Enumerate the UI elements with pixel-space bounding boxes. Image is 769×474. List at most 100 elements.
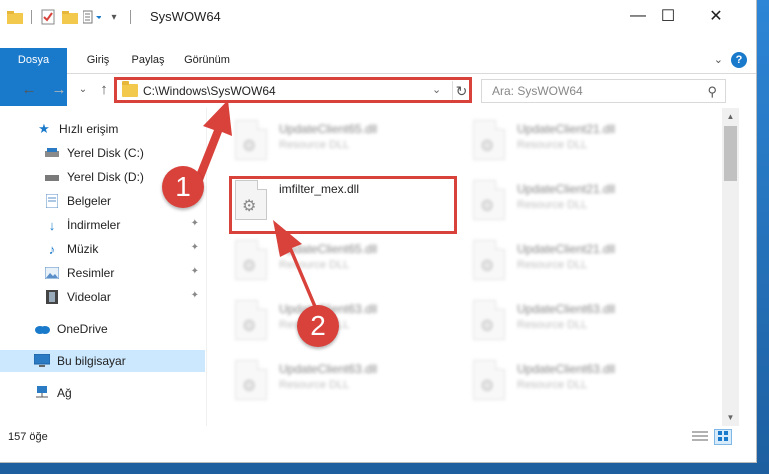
file-type: Resource DLL — [517, 139, 588, 151]
sidebar-item-music[interactable]: ♪ Müzik ✦ — [0, 238, 205, 260]
folder-icon[interactable] — [6, 8, 24, 26]
music-icon: ♪ — [48, 241, 56, 257]
sidebar-item-label: Yerel Disk (C:) — [67, 146, 144, 160]
cloud-icon — [34, 322, 50, 336]
details-view-icon[interactable] — [692, 430, 708, 444]
pin-icon[interactable]: ✦ — [191, 242, 199, 253]
customize-toolbar-icon[interactable] — [83, 8, 101, 26]
star-icon: ★ — [38, 121, 50, 136]
gear-icon: ⚙ — [242, 138, 257, 155]
pin-icon[interactable]: ✦ — [191, 218, 199, 229]
toolbar-divider — [31, 10, 32, 24]
file-item[interactable]: ⚙ UpdateClient63.dll Resource DLL — [445, 352, 670, 410]
sidebar-item-label: Ağ — [57, 386, 72, 400]
sidebar-item-label: Videolar — [67, 290, 111, 304]
download-icon: ↓ — [48, 217, 56, 233]
file-name: imfilter_mex.dll — [279, 182, 360, 196]
title-bar: ▾ SysWOW64 — ☐ ✕ — [0, 0, 756, 48]
tab-home[interactable]: Giriş — [78, 48, 118, 73]
file-item[interactable]: ⚙ UpdateClient65.dll Resource DLL — [207, 232, 432, 290]
tab-share[interactable]: Paylaş — [124, 48, 172, 73]
sidebar-item-label: Resimler — [67, 266, 115, 280]
dll-file-icon: ⚙ — [473, 120, 505, 160]
file-item[interactable]: ⚙ UpdateClient21.dll Resource DLL — [445, 172, 670, 230]
step-1-badge: 1 — [162, 166, 204, 208]
item-count: 157 öğe — [8, 431, 48, 443]
search-icon[interactable]: ⚲ — [707, 84, 717, 100]
sidebar-item-onedrive[interactable]: OneDrive — [0, 318, 205, 340]
sidebar-item-videos[interactable]: Videolar ✦ — [0, 286, 205, 308]
gear-icon: ⚙ — [480, 138, 495, 155]
pin-icon[interactable]: ✦ — [191, 290, 199, 301]
network-icon — [34, 386, 50, 400]
sidebar-item-label: OneDrive — [57, 322, 108, 336]
scrollbar-thumb[interactable] — [724, 126, 737, 181]
video-icon — [44, 290, 60, 304]
up-button[interactable]: ↑ — [95, 81, 113, 99]
large-icons-view-icon[interactable] — [714, 429, 732, 445]
dll-file-icon: ⚙ — [235, 180, 267, 220]
navigation-pane: ★ Hızlı erişim Yerel Disk (C:) Yerel Dis… — [0, 108, 207, 426]
dll-file-icon: ⚙ — [235, 240, 267, 280]
recent-locations-button[interactable]: ⌄ — [74, 81, 92, 99]
file-type: Resource DLL — [279, 379, 350, 391]
file-item[interactable]: ⚙ UpdateClient21.dll Resource DLL — [445, 232, 670, 290]
address-path[interactable]: C:\Windows\SysWOW64 — [143, 84, 276, 98]
file-item-imfilter-mex[interactable]: ⚙ imfilter_mex.dll — [207, 172, 432, 230]
file-name: UpdateClient21.dll — [517, 122, 616, 136]
qat-dropdown-icon[interactable]: ▾ — [105, 8, 123, 26]
file-type: Resource DLL — [517, 319, 588, 331]
dll-file-icon: ⚙ — [473, 240, 505, 280]
sidebar-item-label: İndirmeler — [67, 218, 121, 232]
sidebar-item-quick-access[interactable]: ★ Hızlı erişim — [0, 118, 205, 140]
gear-icon: ⚙ — [242, 318, 257, 335]
gear-icon: ⚙ — [242, 198, 257, 215]
help-icon[interactable]: ? — [731, 52, 747, 68]
tab-view[interactable]: Görünüm — [178, 48, 236, 73]
maximize-button[interactable]: ☐ — [645, 0, 691, 32]
drive-icon — [44, 146, 60, 160]
refresh-button[interactable]: ↻ — [452, 81, 470, 101]
sidebar-item-label: Yerel Disk (D:) — [67, 170, 144, 184]
pin-icon[interactable]: ✦ — [191, 266, 199, 277]
sidebar-item-this-pc[interactable]: Bu bilgisayar — [0, 350, 205, 372]
file-item[interactable]: ⚙ UpdateClient63.dll Resource DLL — [207, 352, 432, 410]
back-button[interactable]: ← — [20, 81, 38, 99]
gear-icon: ⚙ — [480, 198, 495, 215]
desktop-background — [0, 463, 769, 474]
forward-button[interactable]: → — [50, 81, 68, 99]
window-title: SysWOW64 — [150, 9, 221, 24]
vertical-scrollbar[interactable]: ▲ ▼ — [722, 108, 739, 426]
properties-icon[interactable] — [39, 8, 57, 26]
file-type: Resource DLL — [517, 379, 588, 391]
address-bar[interactable]: C:\Windows\SysWOW64 ⌄ ↻ — [115, 79, 471, 103]
toolbar-divider — [130, 10, 131, 24]
desktop-background — [757, 0, 769, 474]
new-folder-icon[interactable] — [61, 8, 79, 26]
sidebar-item-label: Müzik — [67, 242, 99, 256]
sidebar-item-downloads[interactable]: ↓ İndirmeler ✦ — [0, 214, 205, 236]
sidebar-item-network[interactable]: Ağ — [0, 382, 205, 404]
close-button[interactable]: ✕ — [693, 0, 739, 32]
file-item[interactable]: ⚙ UpdateClient21.dll Resource DLL — [445, 112, 670, 170]
search-input[interactable]: Ara: SysWOW64 — [492, 84, 583, 98]
file-name: UpdateClient65.dll — [279, 122, 378, 136]
file-item[interactable]: ⚙ UpdateClient63.dll Resource DLL — [445, 292, 670, 350]
scroll-down-icon[interactable]: ▼ — [722, 409, 739, 426]
search-box[interactable]: Ara: SysWOW64 ⚲ — [481, 79, 726, 103]
file-name: UpdateClient21.dll — [517, 242, 616, 256]
folder-icon — [122, 81, 138, 97]
sidebar-item-local-disk-c[interactable]: Yerel Disk (C:) — [0, 142, 205, 164]
dll-file-icon: ⚙ — [235, 300, 267, 340]
dll-file-icon: ⚙ — [473, 300, 505, 340]
scroll-up-icon[interactable]: ▲ — [722, 108, 739, 125]
ribbon-tabs: Dosya Giriş Paylaş Görünüm ⌄ ? — [0, 48, 756, 106]
drive-icon — [44, 170, 60, 184]
dll-file-icon: ⚙ — [235, 360, 267, 400]
file-item[interactable]: ⚙ UpdateClient65.dll Resource DLL — [207, 112, 432, 170]
file-list: ⚙ UpdateClient65.dll Resource DLL ⚙ imfi… — [207, 108, 722, 426]
address-dropdown-icon[interactable]: ⌄ — [432, 83, 441, 96]
sidebar-item-pictures[interactable]: Resimler ✦ — [0, 262, 205, 284]
ribbon-expand-icon[interactable]: ⌄ — [714, 53, 723, 66]
file-name: UpdateClient65.dll — [279, 242, 378, 256]
